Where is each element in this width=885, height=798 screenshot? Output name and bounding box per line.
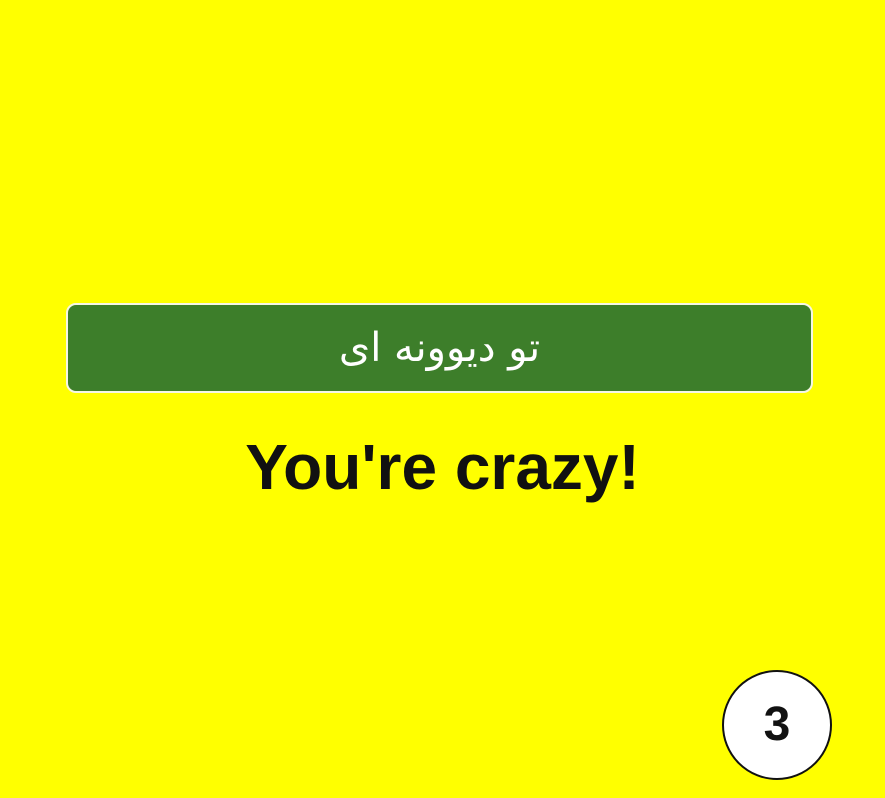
english-translation: You're crazy! bbox=[245, 431, 640, 503]
phrase-card: تو دیوونه ای You're crazy! 3 bbox=[0, 0, 885, 798]
persian-phrase-banner: تو دیوونه ای bbox=[66, 303, 813, 393]
persian-phrase: تو دیوونه ای bbox=[338, 325, 541, 371]
page-number: 3 bbox=[763, 698, 791, 751]
page-number-badge: 3 bbox=[722, 670, 832, 780]
